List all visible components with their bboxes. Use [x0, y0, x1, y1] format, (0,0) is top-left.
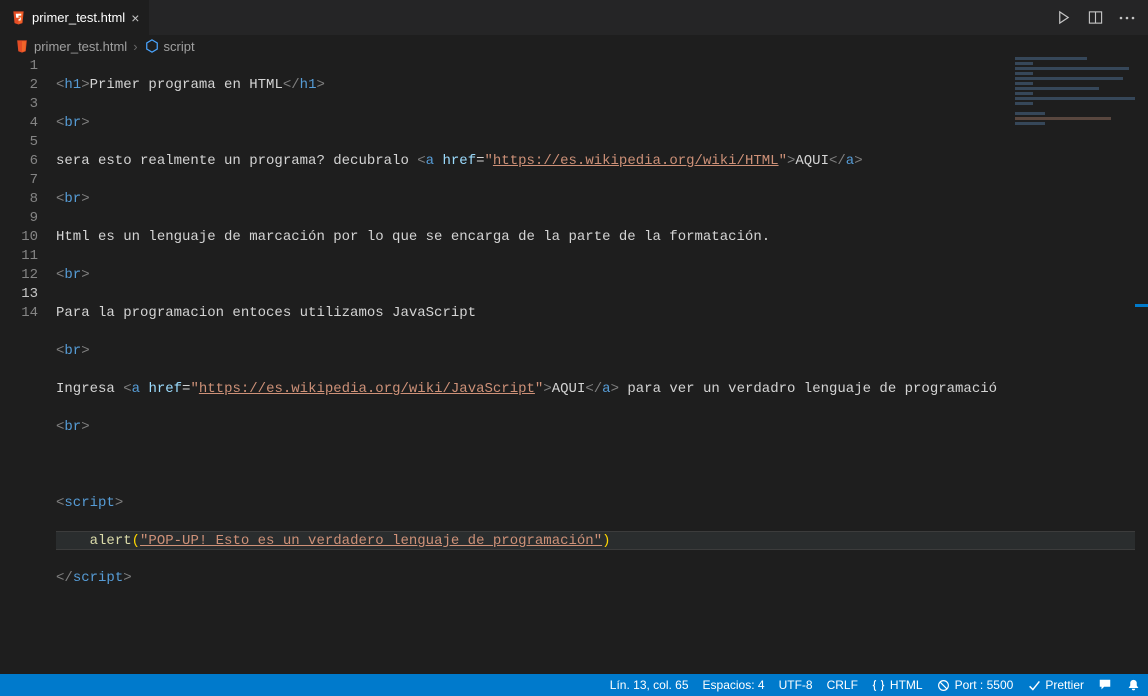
code-token: AQUI: [552, 381, 586, 397]
code-token: "POP-UP! Esto es un verdadero lenguaje d…: [140, 533, 602, 549]
minimap[interactable]: [1015, 57, 1135, 137]
scrollbar-vertical[interactable]: [1135, 57, 1148, 674]
status-bar: Lín. 13, col. 65 Espacios: 4 UTF-8 CRLF …: [0, 674, 1148, 696]
code-token: >: [81, 267, 89, 283]
code-token: br: [64, 115, 81, 131]
code-token: AQUI: [795, 153, 829, 169]
braces-icon: [872, 678, 886, 692]
tab-primer-test[interactable]: primer_test.html ×: [0, 0, 150, 35]
code-token: ": [190, 381, 198, 397]
symbol-icon: [144, 38, 160, 54]
code-token: script: [64, 495, 114, 511]
code-token: >: [123, 570, 131, 586]
code-token: a: [426, 153, 434, 169]
code-token: https://es.wikipedia.org/wiki/JavaScript: [199, 381, 535, 397]
html-file-icon: [10, 10, 26, 26]
code-token: [56, 533, 90, 549]
code-token: https://es.wikipedia.org/wiki/HTML: [493, 153, 779, 169]
code-token: href: [442, 153, 476, 169]
code-token: br: [64, 419, 81, 435]
tab-label: primer_test.html: [32, 10, 125, 25]
status-cursor[interactable]: Lín. 13, col. 65: [610, 678, 689, 692]
code-token: ": [779, 153, 787, 169]
code-token: <: [417, 153, 425, 169]
status-language-label: HTML: [890, 678, 923, 692]
chevron-right-icon: ›: [131, 39, 139, 54]
split-editor-icon[interactable]: [1086, 9, 1104, 27]
code-token: =: [476, 153, 484, 169]
code-token: a: [846, 153, 854, 169]
code-token: Primer programa en HTML: [90, 77, 283, 93]
no-entry-icon: [937, 678, 951, 692]
code-token: >: [81, 191, 89, 207]
status-right: Lín. 13, col. 65 Espacios: 4 UTF-8 CRLF …: [610, 678, 1140, 692]
code-token: >: [316, 77, 324, 93]
editor-actions: [1054, 0, 1148, 35]
code-token: href: [148, 381, 182, 397]
overview-ruler-mark: [1135, 304, 1148, 307]
status-language[interactable]: HTML: [872, 678, 923, 692]
status-port-label: Port : 5500: [955, 678, 1014, 692]
code-content[interactable]: <h1>Primer programa en HTML</h1> <br> se…: [56, 57, 1148, 674]
code-token: para ver un verdadro lenguaje de program…: [619, 381, 997, 397]
code-token: </: [829, 153, 846, 169]
tab-bar: primer_test.html ×: [0, 0, 1148, 35]
code-token: >: [81, 343, 89, 359]
code-token: >: [611, 381, 619, 397]
code-token: >: [854, 153, 862, 169]
code-token: br: [64, 267, 81, 283]
html-file-icon: [14, 38, 30, 54]
code-token: <: [123, 381, 131, 397]
code-token: </: [585, 381, 602, 397]
code-token: sera esto realmente un programa? decubra…: [56, 153, 417, 169]
breadcrumb-symbol-label: script: [164, 39, 195, 54]
code-token: >: [81, 419, 89, 435]
code-token: </: [56, 570, 73, 586]
feedback-icon: [1098, 678, 1112, 692]
code-token: >: [543, 381, 551, 397]
breadcrumb-file[interactable]: primer_test.html: [14, 38, 127, 54]
status-indent[interactable]: Espacios: 4: [703, 678, 765, 692]
code-token: br: [64, 343, 81, 359]
status-prettier[interactable]: Prettier: [1027, 678, 1084, 692]
code-token: >: [115, 495, 123, 511]
code-token: >: [81, 115, 89, 131]
line-number-gutter: 1234567 891011121314: [0, 57, 56, 674]
code-token: ": [485, 153, 493, 169]
code-token: Html es un lenguaje de marcación por lo …: [56, 229, 770, 245]
code-token: Ingresa: [56, 381, 123, 397]
code-token: br: [64, 191, 81, 207]
code-token: alert: [90, 533, 132, 549]
tab-list: primer_test.html ×: [0, 0, 150, 35]
code-token: >: [81, 77, 89, 93]
breadcrumb-symbol[interactable]: script: [144, 38, 195, 54]
close-tab-icon[interactable]: ×: [131, 11, 139, 25]
code-token: h1: [64, 77, 81, 93]
code-token: a: [602, 381, 610, 397]
bell-icon: [1126, 678, 1140, 692]
run-icon[interactable]: [1054, 9, 1072, 27]
code-token: script: [73, 570, 123, 586]
status-live-server[interactable]: Port : 5500: [937, 678, 1014, 692]
status-encoding[interactable]: UTF-8: [779, 678, 813, 692]
status-prettier-label: Prettier: [1045, 678, 1084, 692]
code-token: Para la programacion entoces utilizamos …: [56, 305, 476, 321]
status-notifications[interactable]: [1126, 678, 1140, 692]
more-actions-icon[interactable]: [1118, 9, 1136, 27]
code-editor[interactable]: 1234567 891011121314 <h1>Primer programa…: [0, 57, 1148, 674]
code-token: h1: [300, 77, 317, 93]
code-token: (: [132, 533, 140, 549]
breadcrumb-file-label: primer_test.html: [34, 39, 127, 54]
breadcrumb[interactable]: primer_test.html › script: [0, 35, 1148, 57]
check-icon: [1027, 678, 1041, 692]
status-eol[interactable]: CRLF: [827, 678, 858, 692]
code-token: a: [132, 381, 140, 397]
code-token: ): [602, 533, 610, 549]
code-token: </: [283, 77, 300, 93]
status-feedback[interactable]: [1098, 678, 1112, 692]
